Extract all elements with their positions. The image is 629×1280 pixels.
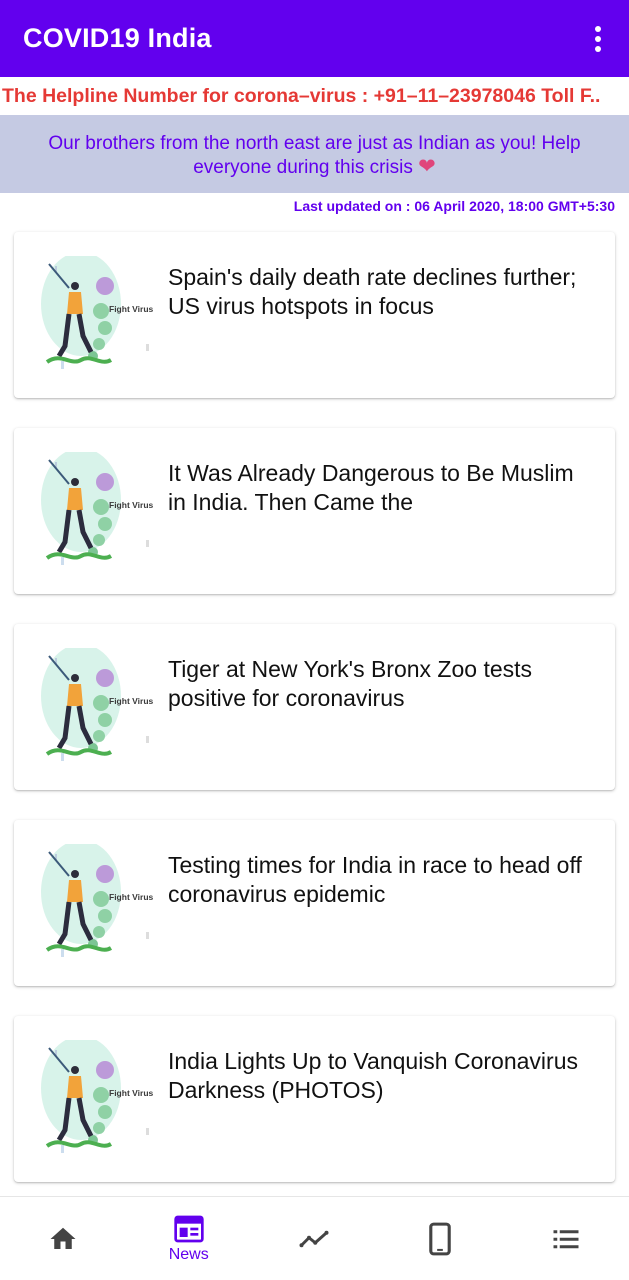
nav-trends[interactable] [252, 1197, 378, 1280]
svg-text:Fight Virus: Fight Virus [109, 1088, 153, 1098]
nav-list[interactable] [503, 1197, 629, 1280]
news-icon [174, 1215, 204, 1243]
heart-icon: ❤ [418, 155, 436, 178]
fight-virus-thumbnail: Fight Virus [41, 256, 153, 369]
nav-home[interactable] [0, 1197, 126, 1280]
news-title: Testing times for India in race to head … [168, 852, 582, 907]
news-title: It Was Already Dangerous to Be Muslim in… [168, 460, 574, 515]
news-title: India Lights Up to Vanquish Coronavirus … [168, 1048, 578, 1103]
news-card[interactable]: Fight Virus Tiger at New York's Bronx Zo… [14, 624, 615, 790]
home-icon [50, 1227, 76, 1249]
svg-text:Fight Virus: Fight Virus [109, 892, 153, 902]
banner-text: Our brothers from the north east are jus… [48, 133, 581, 178]
news-card[interactable]: Fight Virus India Lights Up to Vanquish … [14, 1016, 615, 1182]
app-bar: COVID19 India [0, 0, 629, 77]
helpline-ticker: The Helpline Number for corona–virus : +… [2, 84, 601, 107]
solidarity-banner: Our brothers from the north east are jus… [0, 115, 629, 193]
more-vert-icon[interactable] [583, 19, 613, 59]
svg-text:Fight Virus: Fight Virus [109, 696, 153, 706]
fight-virus-thumbnail: Fight Virus [41, 452, 153, 565]
bottom-navigation: News [0, 1196, 629, 1280]
svg-text:Fight Virus: Fight Virus [109, 304, 153, 314]
news-card[interactable]: Fight Virus Spain's daily death rate dec… [14, 232, 615, 398]
fight-virus-thumbnail: Fight Virus [41, 1040, 153, 1153]
nav-news-label: News [168, 1246, 209, 1263]
app-screen: COVID19 India The Helpline Number for co… [0, 0, 629, 1280]
app-title: COVID19 India [23, 23, 212, 53]
news-title: Tiger at New York's Bronx Zoo tests posi… [168, 656, 533, 711]
nav-helpline[interactable] [377, 1197, 503, 1280]
svg-text:Fight Virus: Fight Virus [109, 500, 153, 510]
phone-icon [429, 1222, 452, 1256]
news-title: Spain's daily death rate declines furthe… [168, 264, 577, 319]
news-card[interactable]: Fight Virus Testing times for India in r… [14, 820, 615, 986]
list-icon [553, 1230, 579, 1249]
fight-virus-thumbnail: Fight Virus [41, 844, 153, 957]
fight-virus-thumbnail: Fight Virus [41, 648, 153, 761]
trend-icon [299, 1230, 329, 1248]
nav-news[interactable]: News [126, 1197, 252, 1280]
news-card[interactable]: Fight Virus It Was Already Dangerous to … [14, 428, 615, 594]
last-updated-label: Last updated on : 06 April 2020, 18:00 G… [293, 198, 615, 214]
